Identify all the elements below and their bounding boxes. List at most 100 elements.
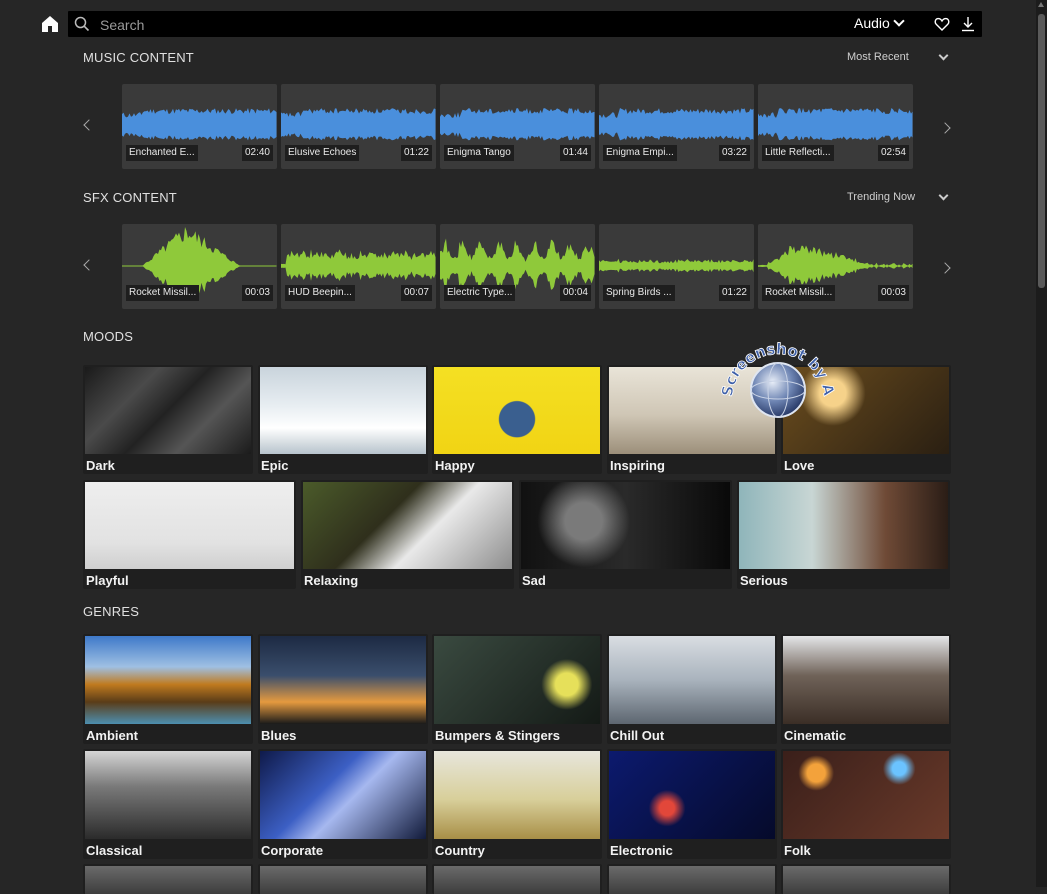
- mood-tile[interactable]: Epic: [258, 365, 428, 474]
- genre-thumbnail-image: [783, 751, 949, 839]
- mood-thumbnail-image: [303, 482, 512, 569]
- mood-tile-label: Love: [784, 458, 815, 473]
- genre-tile[interactable]: [432, 864, 602, 894]
- track-duration: 02:40: [241, 145, 273, 161]
- sfx-track-card[interactable]: Spring Birds ... 01:22: [599, 224, 754, 309]
- scroll-up-icon[interactable]: [1038, 2, 1044, 7]
- genre-tile-label: Cinematic: [784, 728, 847, 743]
- music-track-card[interactable]: Enchanted E... 02:40: [122, 84, 277, 169]
- genre-tile-label: Blues: [261, 728, 297, 743]
- mood-tile[interactable]: Playful: [83, 480, 296, 589]
- genre-thumbnail-image: [434, 751, 600, 839]
- genre-tile-label: Chill Out: [610, 728, 665, 743]
- audio-select-label: Audio: [854, 15, 890, 31]
- mood-tile[interactable]: Relaxing: [301, 480, 514, 589]
- scrollbar-thumb[interactable]: [1038, 14, 1045, 288]
- watermark-seal: Screenshot by Ahadesign.eu: [712, 316, 838, 450]
- genre-thumbnail-image: [783, 866, 949, 894]
- genre-tile[interactable]: Blues: [258, 634, 428, 744]
- mood-tile-label: Sad: [522, 573, 546, 588]
- track-duration: 00:07: [400, 285, 432, 301]
- genre-tile[interactable]: [607, 864, 777, 894]
- mood-tile-label: Epic: [261, 458, 289, 473]
- chevron-down-icon: [893, 15, 905, 27]
- heart-icon[interactable]: [934, 16, 950, 32]
- mood-tile[interactable]: Dark: [83, 365, 253, 474]
- genre-tile-label: Classical: [86, 843, 143, 858]
- audio-select[interactable]: Audio: [854, 15, 905, 31]
- genre-tile[interactable]: Bumpers & Stingers: [432, 634, 602, 744]
- search-icon[interactable]: [74, 16, 90, 32]
- genre-tile[interactable]: Ambient: [83, 634, 253, 744]
- mood-tile-label: Relaxing: [304, 573, 359, 588]
- chevron-down-icon[interactable]: [938, 190, 949, 201]
- mood-tile[interactable]: Happy: [432, 365, 602, 474]
- genre-thumbnail-image: [260, 751, 426, 839]
- track-duration: 01:22: [400, 145, 432, 161]
- chevron-down-icon[interactable]: [938, 50, 949, 61]
- track-name: Enchanted E...: [126, 145, 198, 161]
- sfx-track-card[interactable]: HUD Beepin... 00:07: [281, 224, 436, 309]
- sfx-prev-arrow-icon[interactable]: [83, 259, 95, 271]
- genre-tile[interactable]: [781, 864, 951, 894]
- page-scrollbar[interactable]: [1036, 0, 1047, 887]
- genre-thumbnail-image: [609, 636, 775, 724]
- track-name: HUD Beepin...: [285, 285, 355, 301]
- music-next-arrow-icon[interactable]: [939, 122, 951, 134]
- genre-tile[interactable]: Folk: [781, 749, 951, 859]
- music-prev-arrow-icon[interactable]: [83, 119, 95, 131]
- music-sort-select[interactable]: Most Recent: [847, 51, 909, 63]
- track-duration: 03:22: [718, 145, 750, 161]
- genre-thumbnail-image: [434, 636, 600, 724]
- genre-tile[interactable]: Corporate: [258, 749, 428, 859]
- track-name: Rocket Missil...: [762, 285, 836, 301]
- mood-tile-label: Dark: [86, 458, 115, 473]
- sfx-track-card[interactable]: Rocket Missil... 00:03: [122, 224, 277, 309]
- track-name: Spring Birds ...: [603, 285, 675, 301]
- mood-tile[interactable]: Sad: [519, 480, 732, 589]
- mood-thumbnail-image: [434, 367, 600, 454]
- genre-thumbnail-image: [434, 866, 600, 894]
- genre-tile-label: Bumpers & Stingers: [435, 728, 560, 743]
- genre-tile[interactable]: Classical: [83, 749, 253, 859]
- download-icon[interactable]: [961, 16, 975, 32]
- sfx-track-card[interactable]: Rocket Missil... 00:03: [758, 224, 913, 309]
- mood-thumbnail-image: [85, 367, 251, 454]
- genre-tile[interactable]: [83, 864, 253, 894]
- mood-tile-label: Playful: [86, 573, 129, 588]
- genre-tile[interactable]: Chill Out: [607, 634, 777, 744]
- genre-tile[interactable]: Electronic: [607, 749, 777, 859]
- music-track-card[interactable]: Enigma Tango 01:44: [440, 84, 595, 169]
- mood-thumbnail-image: [260, 367, 426, 454]
- track-name: Enigma Tango: [444, 145, 514, 161]
- search-bar: Audio: [68, 11, 982, 37]
- sfx-track-card[interactable]: Electric Type... 00:04: [440, 224, 595, 309]
- track-duration: 01:44: [559, 145, 591, 161]
- genre-tile[interactable]: Cinematic: [781, 634, 951, 744]
- track-name: Elusive Echoes: [285, 145, 360, 161]
- genre-tile[interactable]: [258, 864, 428, 894]
- genre-tile-label: Electronic: [610, 843, 673, 858]
- genre-tile[interactable]: Country: [432, 749, 602, 859]
- track-duration: 00:03: [241, 285, 273, 301]
- mood-thumbnail-image: [85, 482, 294, 569]
- sfx-next-arrow-icon[interactable]: [939, 262, 951, 274]
- track-name: Enigma Empi...: [603, 145, 677, 161]
- genre-thumbnail-image: [85, 751, 251, 839]
- music-track-card[interactable]: Elusive Echoes 01:22: [281, 84, 436, 169]
- mood-tile[interactable]: Serious: [737, 480, 950, 589]
- mood-thumbnail-image: [739, 482, 948, 569]
- track-duration: 02:54: [877, 145, 909, 161]
- home-icon[interactable]: [40, 14, 60, 34]
- mood-tile-label: Serious: [740, 573, 788, 588]
- music-track-card[interactable]: Little Reflecti... 02:54: [758, 84, 913, 169]
- genre-thumbnail-image: [85, 636, 251, 724]
- genre-tile-label: Folk: [784, 843, 811, 858]
- genre-thumbnail-image: [85, 866, 251, 894]
- sfx-sort-select[interactable]: Trending Now: [847, 191, 915, 203]
- search-input[interactable]: [98, 14, 702, 36]
- genre-thumbnail-image: [609, 866, 775, 894]
- music-track-card[interactable]: Enigma Empi... 03:22: [599, 84, 754, 169]
- sfx-section-title: SFX CONTENT: [83, 190, 177, 205]
- genre-thumbnail-image: [260, 636, 426, 724]
